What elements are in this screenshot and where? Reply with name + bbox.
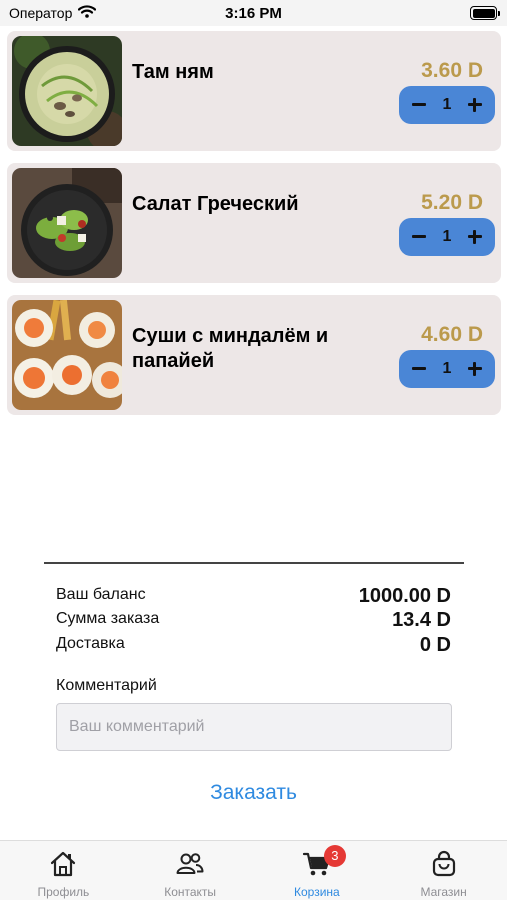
- cart-item[interactable]: Суши с миндалём и папайей 4.60 D 1: [7, 295, 501, 415]
- bag-icon: [429, 848, 459, 880]
- soup-photo: [12, 36, 122, 146]
- tab-bar: Профиль Контакты 3 Корзина Магазин: [0, 840, 507, 900]
- salad-photo: [12, 168, 122, 278]
- status-time: 3:16 PM: [225, 5, 282, 22]
- item-price: 4.60 D: [421, 323, 483, 346]
- tab-label: Профиль: [37, 885, 90, 899]
- minus-icon[interactable]: [409, 95, 429, 115]
- status-bar: Оператор 3:16 PM: [0, 0, 507, 26]
- cart-icon: 3: [302, 845, 346, 880]
- sushi-photo: [12, 300, 122, 410]
- balance-value: 1000.00 D: [358, 585, 451, 607]
- quantity-value: 1: [442, 96, 452, 113]
- tab-label: Корзина: [294, 885, 340, 899]
- order-sum-label: Сумма заказа: [56, 610, 160, 627]
- delivery-value: 0 D: [419, 634, 451, 656]
- minus-icon[interactable]: [409, 227, 429, 247]
- quantity-stepper[interactable]: 1: [399, 350, 495, 388]
- item-price: 3.60 D: [421, 59, 483, 82]
- cart-badge: 3: [323, 845, 346, 867]
- item-name: Суши с миндалём и папайей: [132, 325, 329, 372]
- item-price: 5.20 D: [421, 191, 483, 214]
- cart-item[interactable]: Там ням 3.60 D 1: [7, 31, 501, 151]
- order-sum-value: 13.4 D: [392, 609, 451, 631]
- cart-item[interactable]: Салат Греческий 5.20 D 1: [7, 163, 501, 283]
- quantity-value: 1: [442, 228, 452, 245]
- tab-shop[interactable]: Магазин: [380, 841, 507, 900]
- tab-cart[interactable]: 3 Корзина: [254, 841, 381, 900]
- balance-label: Ваш баланс: [56, 586, 146, 603]
- plus-icon[interactable]: [465, 227, 485, 247]
- comment-input[interactable]: [56, 703, 452, 751]
- quantity-stepper[interactable]: 1: [399, 86, 495, 124]
- battery-icon: [470, 6, 500, 20]
- summary-divider: [44, 562, 464, 564]
- tab-profile[interactable]: Профиль: [0, 841, 127, 900]
- comment-label: Комментарий: [56, 677, 157, 694]
- home-icon: [48, 848, 78, 880]
- delivery-label: Доставка: [56, 635, 125, 652]
- cart-list: Там ням 3.60 D 1 Салат Греческий 5.20 D …: [7, 31, 501, 427]
- item-name: Там ням: [132, 61, 214, 83]
- minus-icon[interactable]: [409, 359, 429, 379]
- plus-icon[interactable]: [465, 359, 485, 379]
- plus-icon[interactable]: [465, 95, 485, 115]
- order-button[interactable]: Заказать: [0, 781, 507, 805]
- tab-label: Магазин: [420, 885, 467, 899]
- item-name: Салат Греческий: [132, 193, 299, 215]
- quantity-value: 1: [442, 360, 452, 377]
- tab-label: Контакты: [164, 885, 217, 899]
- people-icon: [175, 848, 205, 880]
- tab-contacts[interactable]: Контакты: [127, 841, 254, 900]
- quantity-stepper[interactable]: 1: [399, 218, 495, 256]
